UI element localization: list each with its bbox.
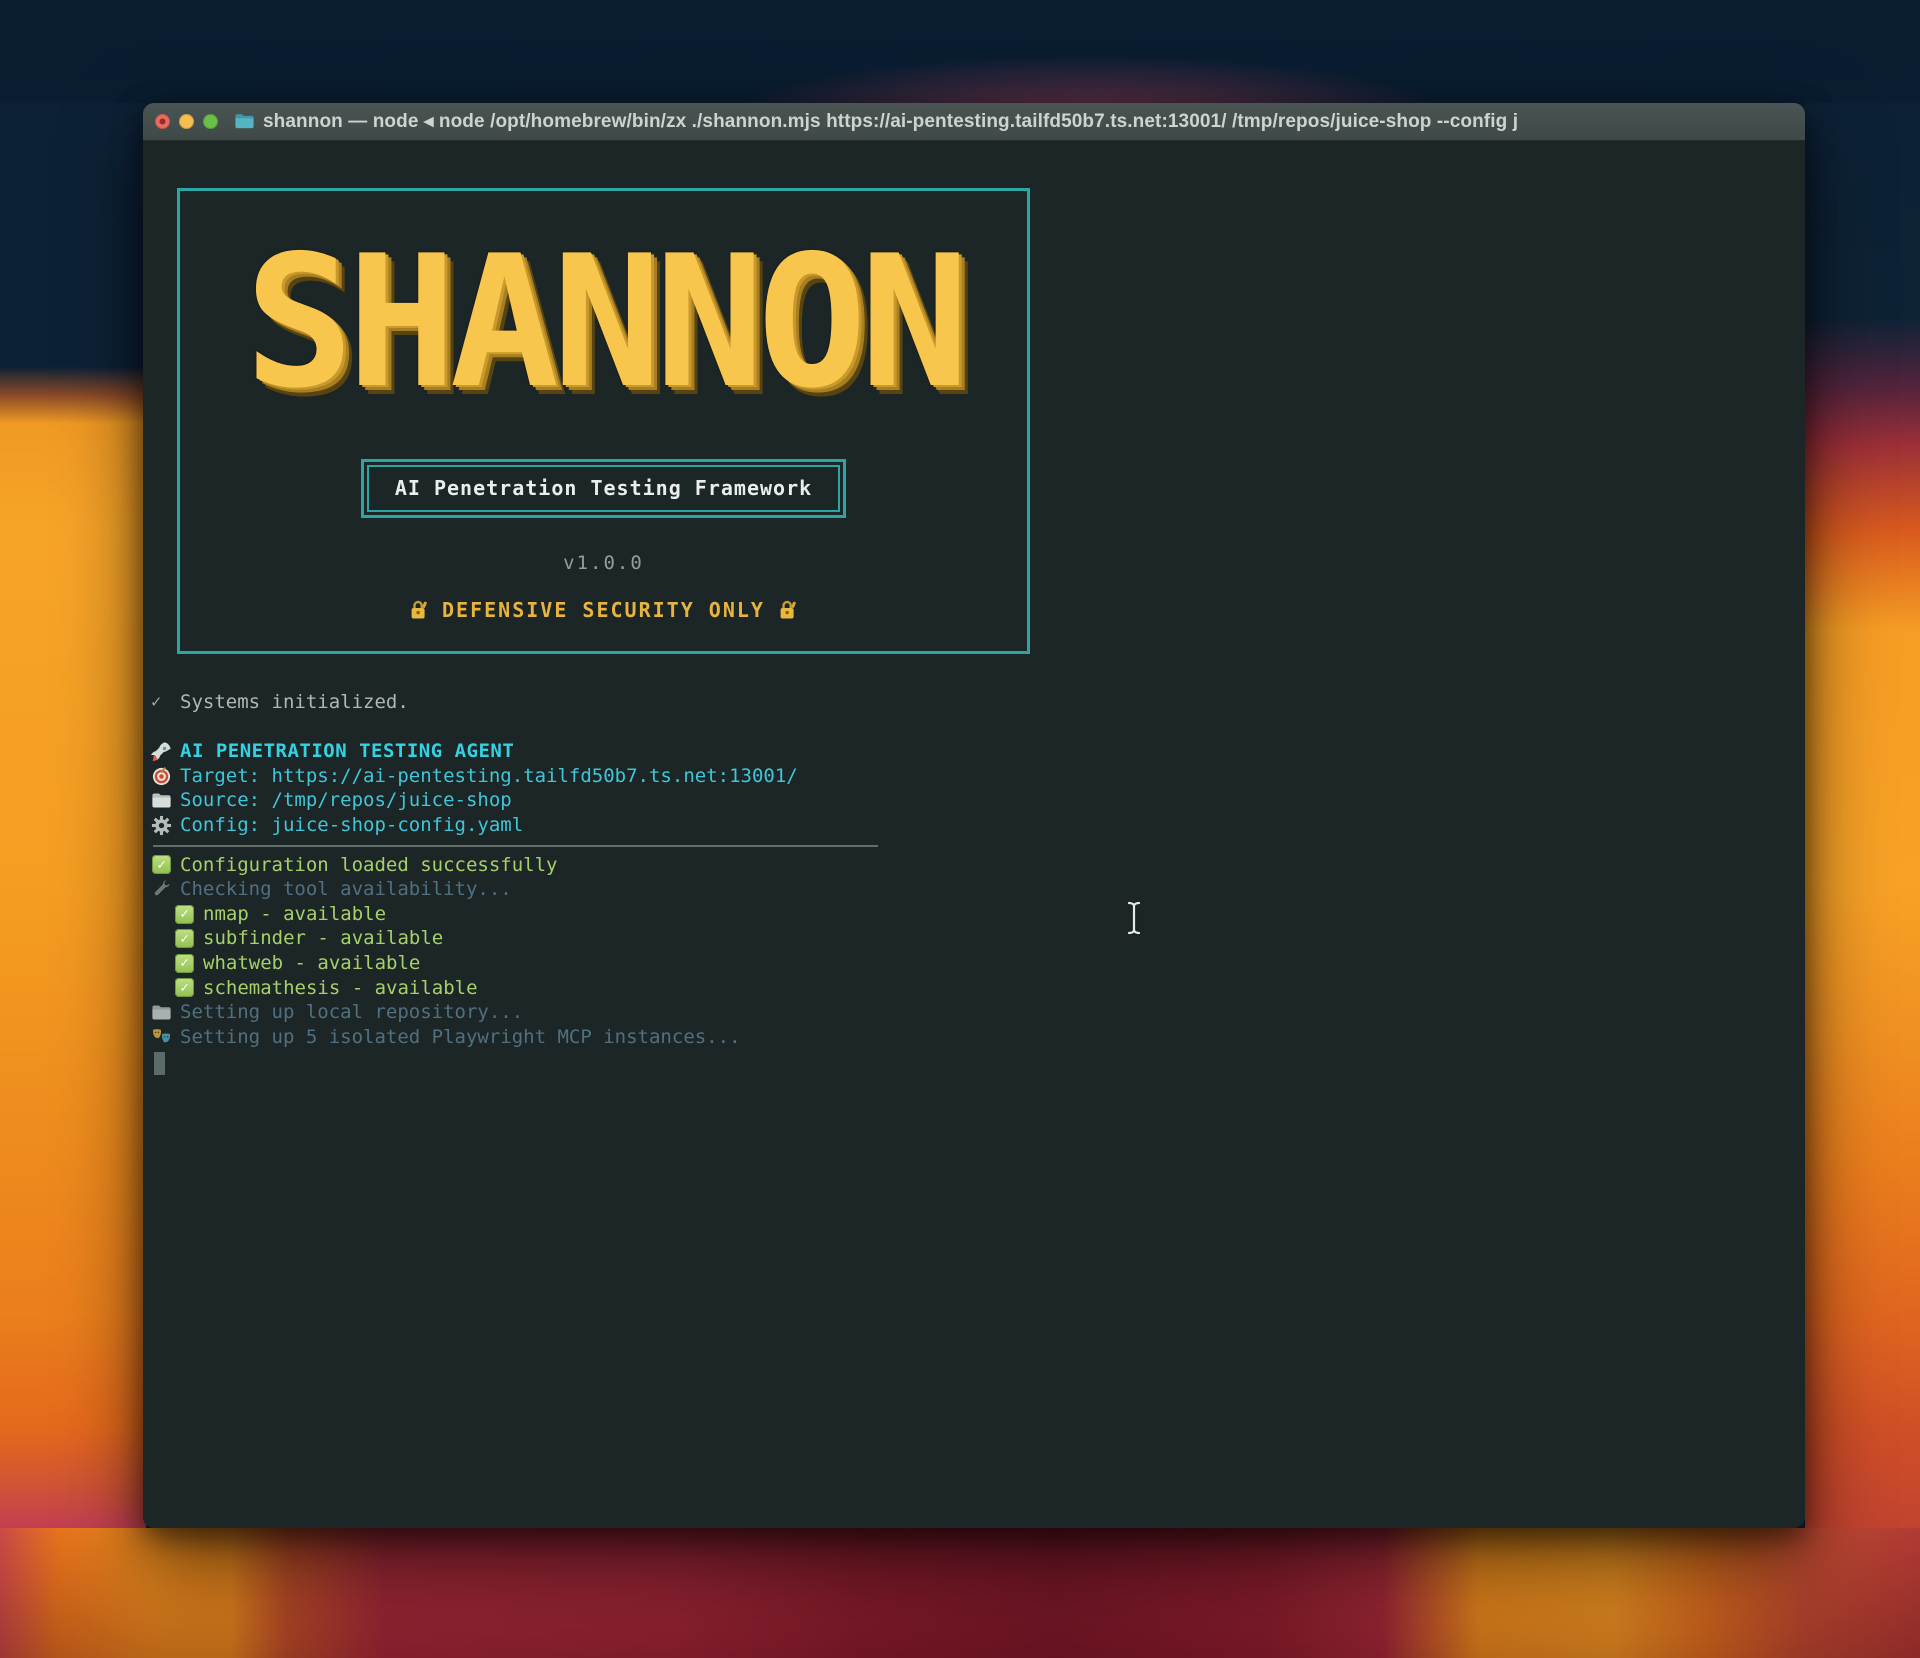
check-box-icon [174, 952, 196, 974]
window-titlebar[interactable]: shannon — node ◂ node /opt/homebrew/bin/… [143, 103, 1805, 141]
shannon-banner-box: SHANNON AI Penetration Testing Framework… [177, 188, 1030, 654]
terminal-line: AI PENETRATION TESTING AGENT [151, 739, 1805, 764]
terminal-line: Setting up 5 isolated Playwright MCP ins… [151, 1025, 1805, 1050]
check-box-icon [174, 903, 196, 925]
wallpaper-right-strip [1805, 103, 1920, 1528]
terminal-line: Target: https://ai-pentesting.tailfd50b7… [151, 764, 1805, 789]
terminal-output: ✓ Systems initialized. AI PENETRATION TE… [151, 690, 1805, 1075]
terminal-line: subfinder - available [151, 926, 1805, 951]
wallpaper-bottom-strip [0, 1528, 1920, 1658]
terminal-window: shannon — node ◂ node /opt/homebrew/bin/… [143, 103, 1805, 1528]
zoom-button[interactable] [203, 114, 218, 129]
folder-icon [151, 1001, 173, 1023]
security-notice: DEFENSIVE SECURITY ONLY [180, 598, 1027, 623]
gear-icon [151, 814, 173, 836]
section-divider [153, 845, 878, 847]
rocket-icon [151, 740, 173, 762]
shannon-ascii-logo: SHANNON [180, 231, 1027, 413]
minimize-button[interactable] [179, 114, 194, 129]
folder-proxy-icon[interactable] [234, 111, 255, 132]
ibeam-mouse-cursor [1125, 900, 1143, 936]
terminal-line: Setting up local repository... [151, 1000, 1805, 1025]
check-box-icon [174, 928, 196, 950]
wallpaper-left-strip [0, 103, 146, 1528]
terminal-line: Checking tool availability... [151, 877, 1805, 902]
terminal-line: Source: /tmp/repos/juice-shop [151, 788, 1805, 813]
terminal-line: ✓ Systems initialized. [151, 690, 1805, 715]
folder-icon [151, 790, 173, 812]
framework-subtitle-box: AI Penetration Testing Framework [361, 459, 846, 518]
lock-icon [777, 599, 799, 621]
security-notice-text: DEFENSIVE SECURITY ONLY [442, 598, 765, 623]
framework-subtitle: AI Penetration Testing Framework [367, 465, 840, 512]
close-button[interactable] [155, 114, 170, 129]
window-title: shannon — node ◂ node /opt/homebrew/bin/… [263, 110, 1793, 133]
terminal-line: schemathesis - available [151, 976, 1805, 1001]
terminal-line: Configuration loaded successfully [151, 853, 1805, 878]
check-box-icon [174, 977, 196, 999]
check-mark-icon: ✓ [151, 690, 173, 715]
terminal-line: whatweb - available [151, 951, 1805, 976]
wrench-icon [151, 878, 173, 900]
version-label: v1.0.0 [180, 551, 1027, 576]
terminal-line: Config: juice-shop-config.yaml [151, 813, 1805, 838]
target-icon [151, 765, 173, 787]
traffic-lights [155, 114, 218, 129]
terminal-cursor [154, 1052, 165, 1075]
theater-masks-icon [151, 1026, 173, 1048]
lock-icon [408, 599, 430, 621]
blank-line [151, 715, 1805, 740]
terminal-body[interactable]: SHANNON AI Penetration Testing Framework… [143, 142, 1805, 1528]
check-box-icon [151, 854, 173, 876]
terminal-line: nmap - available [151, 902, 1805, 927]
